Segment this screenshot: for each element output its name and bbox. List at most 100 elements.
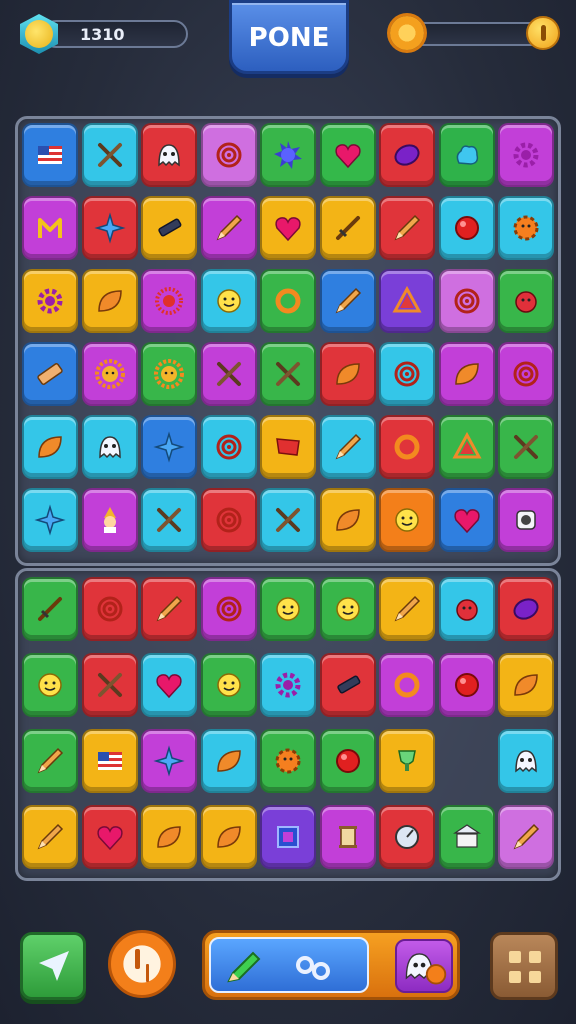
power-up-slot[interactable] xyxy=(209,937,369,993)
tile-ghost[interactable] xyxy=(498,729,554,793)
tile-crossed-swords[interactable] xyxy=(81,653,138,717)
tile-gear[interactable] xyxy=(22,269,78,333)
tile-frame[interactable] xyxy=(260,805,316,869)
tile-ring[interactable] xyxy=(260,269,316,333)
tile-pencil[interactable] xyxy=(498,805,554,869)
tile-pencil[interactable] xyxy=(200,196,257,260)
tile-spiral[interactable] xyxy=(379,342,435,406)
timer-button[interactable] xyxy=(108,930,176,998)
tile-triangle[interactable] xyxy=(379,269,435,333)
tile-compass[interactable] xyxy=(379,805,435,869)
title-button[interactable]: PONE xyxy=(229,0,349,74)
tile-ghost[interactable] xyxy=(81,415,138,479)
tile-leaf[interactable] xyxy=(81,269,138,333)
tile-robot[interactable] xyxy=(498,488,554,552)
tile-face-ball[interactable] xyxy=(498,269,554,333)
tile-smiley[interactable] xyxy=(200,653,257,717)
tile-leaf[interactable] xyxy=(498,653,554,717)
tile-leaf[interactable] xyxy=(319,488,376,552)
tile-flag[interactable] xyxy=(22,123,78,187)
tile-ring[interactable] xyxy=(379,653,435,717)
grid-menu-button[interactable] xyxy=(490,932,558,1000)
tile-red-orb[interactable] xyxy=(438,196,495,260)
tile-pencil[interactable] xyxy=(379,196,435,260)
tile-pencil[interactable] xyxy=(22,805,78,869)
tile-pencil[interactable] xyxy=(141,577,197,641)
tile-spiral[interactable] xyxy=(438,269,495,333)
tile-crossed-swords[interactable] xyxy=(260,342,316,406)
tile-smiley[interactable] xyxy=(319,577,376,641)
tile-cloud-blob[interactable] xyxy=(438,123,495,187)
tile-gear[interactable] xyxy=(498,123,554,187)
tile-sword[interactable] xyxy=(319,196,376,260)
pencil-icon xyxy=(34,821,66,853)
tile-scroll[interactable] xyxy=(319,805,376,869)
tile-pen-brush[interactable] xyxy=(319,653,376,717)
tile-red-orb[interactable] xyxy=(319,729,376,793)
tile-smiley[interactable] xyxy=(22,653,78,717)
tile-gnome[interactable] xyxy=(81,488,138,552)
tile-spiral[interactable] xyxy=(200,577,257,641)
tile-heart[interactable] xyxy=(319,123,376,187)
tile-smiley[interactable] xyxy=(260,577,316,641)
coin-icon[interactable] xyxy=(526,16,560,50)
tile-leaf[interactable] xyxy=(141,805,197,869)
tile-flag[interactable] xyxy=(81,729,138,793)
tile-pencil[interactable] xyxy=(319,269,376,333)
tile-pencil[interactable] xyxy=(379,577,435,641)
tile-spiral[interactable] xyxy=(200,488,257,552)
tile-spiral[interactable] xyxy=(498,342,554,406)
tile-sun-face[interactable] xyxy=(81,342,138,406)
tile-leaf[interactable] xyxy=(22,415,78,479)
tile-letter-m[interactable] xyxy=(22,196,78,260)
tile-heart[interactable] xyxy=(260,196,316,260)
tile-heart[interactable] xyxy=(438,488,495,552)
tile-spiral[interactable] xyxy=(81,577,138,641)
tile-leaf[interactable] xyxy=(319,342,376,406)
tile-crossed-swords[interactable] xyxy=(498,415,554,479)
tile-star-spike[interactable] xyxy=(141,729,197,793)
share-button[interactable] xyxy=(20,932,86,1000)
tile-gem[interactable] xyxy=(379,123,435,187)
tile-spiky-ball[interactable] xyxy=(260,123,316,187)
tile-spiral[interactable] xyxy=(200,415,257,479)
tile-red-orb[interactable] xyxy=(438,653,495,717)
tile-eraser[interactable] xyxy=(22,342,78,406)
tile-smiley[interactable] xyxy=(379,488,435,552)
tile-pencil[interactable] xyxy=(22,729,78,793)
tile-star-spike[interactable] xyxy=(141,415,197,479)
tile-crossed-swords[interactable] xyxy=(260,488,316,552)
tile-spiral[interactable] xyxy=(200,123,257,187)
tile-leaf[interactable] xyxy=(200,729,257,793)
tile-sword[interactable] xyxy=(22,577,78,641)
tile-leaf[interactable] xyxy=(200,805,257,869)
tile-trophy[interactable] xyxy=(379,729,435,793)
gear-icon[interactable] xyxy=(390,16,424,50)
pen-brush-icon xyxy=(153,212,185,244)
tile-pencil[interactable] xyxy=(319,415,376,479)
tile-sun-face[interactable] xyxy=(141,342,197,406)
tile-leaf[interactable] xyxy=(438,342,495,406)
tile-sunburst[interactable] xyxy=(141,269,197,333)
tile-star-spike[interactable] xyxy=(81,196,138,260)
tile-gear[interactable] xyxy=(260,653,316,717)
tile-gear-face[interactable] xyxy=(260,729,316,793)
tile-face-ball[interactable] xyxy=(438,577,495,641)
power-up-bar[interactable] xyxy=(202,930,460,1000)
tile-crossed-swords[interactable] xyxy=(81,123,138,187)
tile-flag-red[interactable] xyxy=(260,415,316,479)
tile-pen-brush[interactable] xyxy=(141,196,197,260)
tile-heart[interactable] xyxy=(141,653,197,717)
tile-gem[interactable] xyxy=(498,577,554,641)
tile-triangle[interactable] xyxy=(438,415,495,479)
tile-ghost[interactable] xyxy=(141,123,197,187)
tile-crossed-swords[interactable] xyxy=(200,342,257,406)
tile-smiley[interactable] xyxy=(200,269,257,333)
tile-ring[interactable] xyxy=(379,415,435,479)
tile-heart[interactable] xyxy=(81,805,138,869)
tile-building[interactable] xyxy=(438,805,495,869)
tile-star-spike[interactable] xyxy=(22,488,78,552)
tile-crossed-swords[interactable] xyxy=(141,488,197,552)
ghost-bomb-icon[interactable] xyxy=(395,939,453,993)
tile-gear-face[interactable] xyxy=(498,196,554,260)
